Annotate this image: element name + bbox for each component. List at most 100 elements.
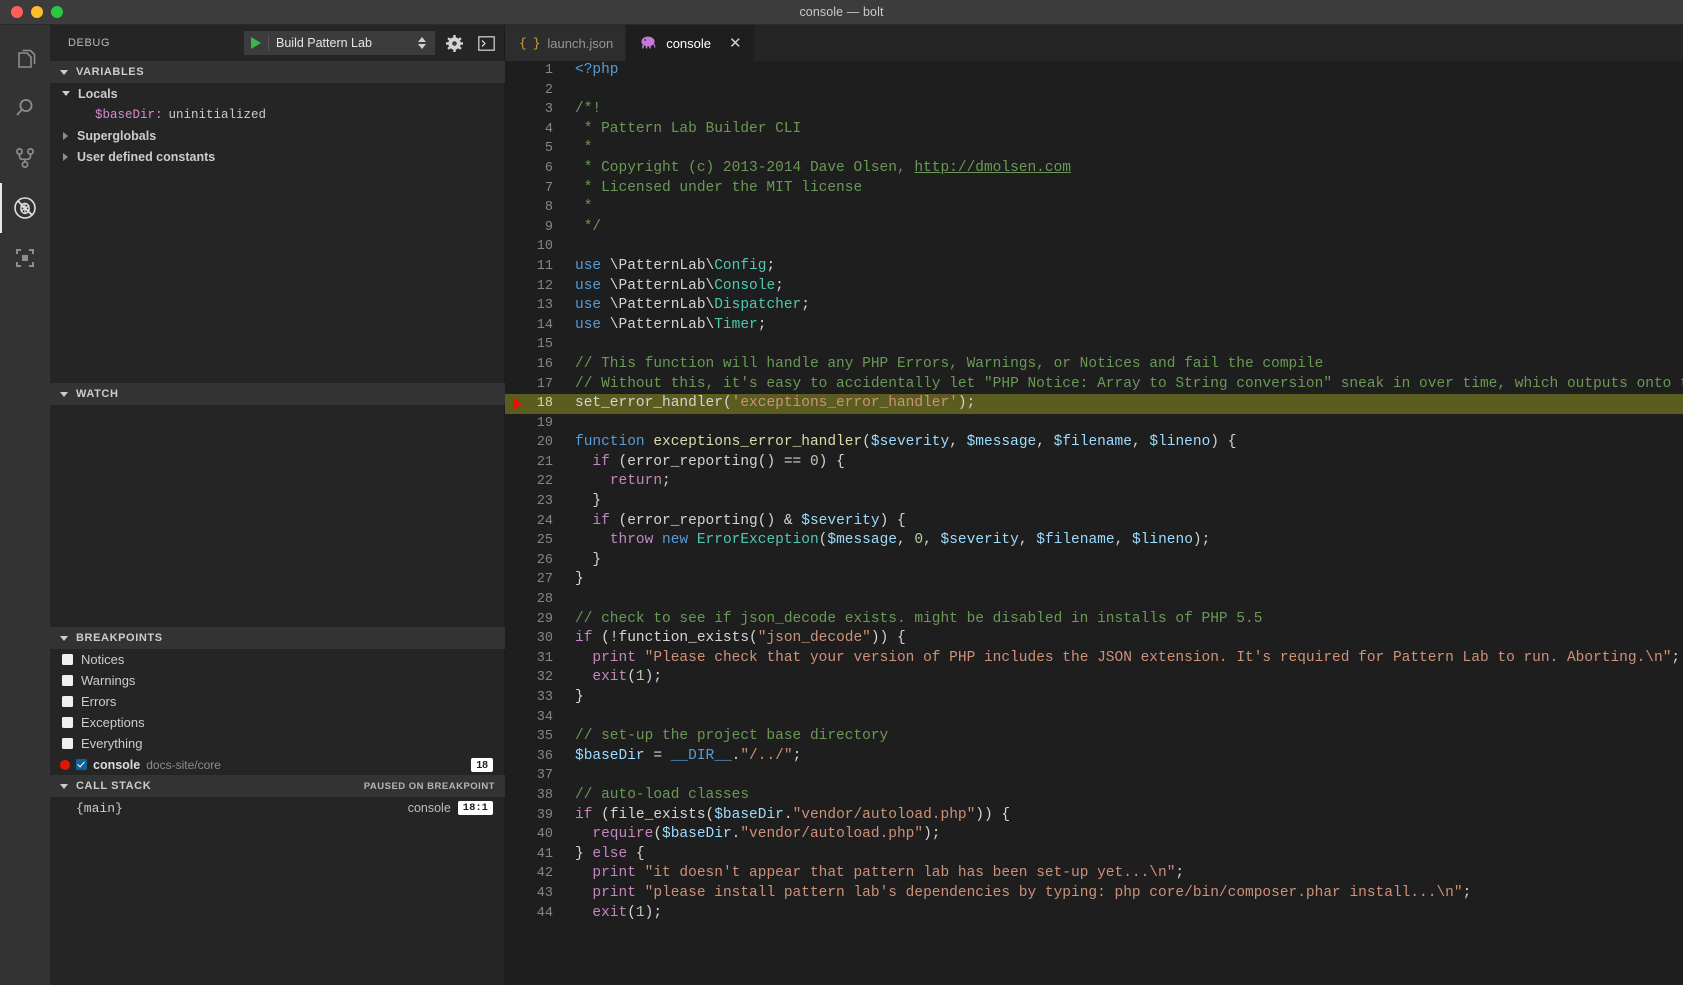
code-line[interactable]: 27}: [505, 570, 1683, 590]
line-number[interactable]: 43: [505, 884, 567, 904]
code-line[interactable]: 7 * Licensed under the MIT license: [505, 179, 1683, 199]
variables-scope-superglobals[interactable]: Superglobals: [50, 125, 505, 146]
activity-item-extensions[interactable]: [0, 233, 50, 283]
code-line[interactable]: 41} else {: [505, 845, 1683, 865]
code-line[interactable]: 36$baseDir = __DIR__."/../";: [505, 747, 1683, 767]
play-icon[interactable]: [251, 37, 261, 49]
line-number[interactable]: 17: [505, 375, 567, 395]
code-line[interactable]: 39if (file_exists($baseDir."vendor/autol…: [505, 806, 1683, 826]
code-line[interactable]: 31 print "Please check that your version…: [505, 649, 1683, 669]
line-number[interactable]: 1: [505, 61, 567, 81]
line-number[interactable]: 29: [505, 610, 567, 630]
code-line[interactable]: 8 *: [505, 198, 1683, 218]
checkbox[interactable]: [62, 738, 73, 749]
breakpoint-row-errors[interactable]: Errors: [50, 691, 505, 712]
line-number[interactable]: 8: [505, 198, 567, 218]
line-number[interactable]: 22: [505, 472, 567, 492]
activity-item-debug[interactable]: [0, 183, 50, 233]
code-line[interactable]: 4 * Pattern Lab Builder CLI: [505, 120, 1683, 140]
line-number[interactable]: 9: [505, 218, 567, 238]
variables-scope-locals[interactable]: Locals: [50, 83, 505, 104]
line-number[interactable]: 10: [505, 237, 567, 257]
close-icon[interactable]: ✕: [729, 36, 742, 51]
code-line[interactable]: 24 if (error_reporting() & $severity) {: [505, 512, 1683, 532]
code-line[interactable]: 37: [505, 766, 1683, 786]
breakpoint-row-everything[interactable]: Everything: [50, 733, 505, 754]
code-line[interactable]: 26 }: [505, 551, 1683, 571]
code-line[interactable]: 43 print "please install pattern lab's d…: [505, 884, 1683, 904]
code-line[interactable]: 17// Without this, it's easy to accident…: [505, 375, 1683, 395]
breakpoint-row-source[interactable]: console docs-site/core 18: [50, 754, 505, 775]
line-number[interactable]: 41: [505, 845, 567, 865]
code-line[interactable]: 44 exit(1);: [505, 904, 1683, 924]
line-number[interactable]: 15: [505, 335, 567, 355]
code-line[interactable]: 35// set-up the project base directory: [505, 727, 1683, 747]
line-number[interactable]: 42: [505, 864, 567, 884]
line-number[interactable]: 12: [505, 277, 567, 297]
line-number[interactable]: 40: [505, 825, 567, 845]
code-line[interactable]: 16// This function will handle any PHP E…: [505, 355, 1683, 375]
code-line[interactable]: 14use \PatternLab\Timer;: [505, 316, 1683, 336]
code-line[interactable]: 5 *: [505, 139, 1683, 159]
callstack-frame[interactable]: {main} console 18:1: [50, 797, 505, 819]
code-line[interactable]: 30if (!function_exists("json_decode")) {: [505, 629, 1683, 649]
code-scroll-area[interactable]: 1<?php2 3/*!4 * Pattern Lab Builder CLI5…: [505, 61, 1683, 985]
code-line[interactable]: 29// check to see if json_decode exists.…: [505, 610, 1683, 630]
line-number[interactable]: 4: [505, 120, 567, 140]
checkbox[interactable]: [62, 675, 73, 686]
chevron-updown-icon[interactable]: [418, 37, 428, 49]
checkbox[interactable]: [62, 696, 73, 707]
line-number[interactable]: 31: [505, 649, 567, 669]
code-line[interactable]: 40 require($baseDir."vendor/autoload.php…: [505, 825, 1683, 845]
code-line[interactable]: 3/*!: [505, 100, 1683, 120]
section-header-watch[interactable]: WATCH: [50, 383, 505, 405]
code-line[interactable]: 10: [505, 237, 1683, 257]
breakpoint-row-warnings[interactable]: Warnings: [50, 670, 505, 691]
variables-scope-user-constants[interactable]: User defined constants: [50, 146, 505, 167]
line-number[interactable]: 6: [505, 159, 567, 179]
line-number[interactable]: 34: [505, 708, 567, 728]
activity-item-explorer[interactable]: [0, 33, 50, 83]
line-number[interactable]: 14: [505, 316, 567, 336]
gear-icon[interactable]: [441, 31, 467, 55]
line-number[interactable]: 18: [505, 394, 567, 414]
checkbox[interactable]: [76, 759, 87, 770]
code-editor[interactable]: 1<?php2 3/*!4 * Pattern Lab Builder CLI5…: [505, 61, 1683, 985]
line-number[interactable]: 25: [505, 531, 567, 551]
open-console-icon[interactable]: [473, 31, 499, 55]
section-header-breakpoints[interactable]: BREAKPOINTS: [50, 627, 505, 649]
section-header-variables[interactable]: VARIABLES: [50, 61, 505, 83]
line-number[interactable]: 2: [505, 81, 567, 101]
code-line[interactable]: 38// auto-load classes: [505, 786, 1683, 806]
line-number[interactable]: 24: [505, 512, 567, 532]
line-number[interactable]: 11: [505, 257, 567, 277]
line-number[interactable]: 44: [505, 904, 567, 924]
code-line[interactable]: 22 return;: [505, 472, 1683, 492]
code-line[interactable]: 20function exceptions_error_handler($sev…: [505, 433, 1683, 453]
line-number[interactable]: 27: [505, 570, 567, 590]
breakpoint-row-notices[interactable]: Notices: [50, 649, 505, 670]
debug-configuration-select[interactable]: Build Pattern Lab: [244, 31, 435, 55]
line-number[interactable]: 26: [505, 551, 567, 571]
line-number[interactable]: 32: [505, 668, 567, 688]
code-line[interactable]: 21 if (error_reporting() == 0) {: [505, 453, 1683, 473]
line-number[interactable]: 39: [505, 806, 567, 826]
code-line[interactable]: 2: [505, 81, 1683, 101]
code-line[interactable]: 32 exit(1);: [505, 668, 1683, 688]
line-number[interactable]: 16: [505, 355, 567, 375]
code-line[interactable]: 11use \PatternLab\Config;: [505, 257, 1683, 277]
code-line[interactable]: 33}: [505, 688, 1683, 708]
line-number[interactable]: 35: [505, 727, 567, 747]
tab-console[interactable]: console ✕: [626, 25, 754, 61]
line-number[interactable]: 28: [505, 590, 567, 610]
line-number[interactable]: 37: [505, 766, 567, 786]
line-number[interactable]: 3: [505, 100, 567, 120]
code-line[interactable]: 9 */: [505, 218, 1683, 238]
code-line[interactable]: 34: [505, 708, 1683, 728]
breakpoint-row-exceptions[interactable]: Exceptions: [50, 712, 505, 733]
code-line[interactable]: 23 }: [505, 492, 1683, 512]
activity-item-search[interactable]: [0, 83, 50, 133]
line-number[interactable]: 30: [505, 629, 567, 649]
code-line[interactable]: 42 print "it doesn't appear that pattern…: [505, 864, 1683, 884]
tab-launch-json[interactable]: { } launch.json: [505, 25, 626, 61]
